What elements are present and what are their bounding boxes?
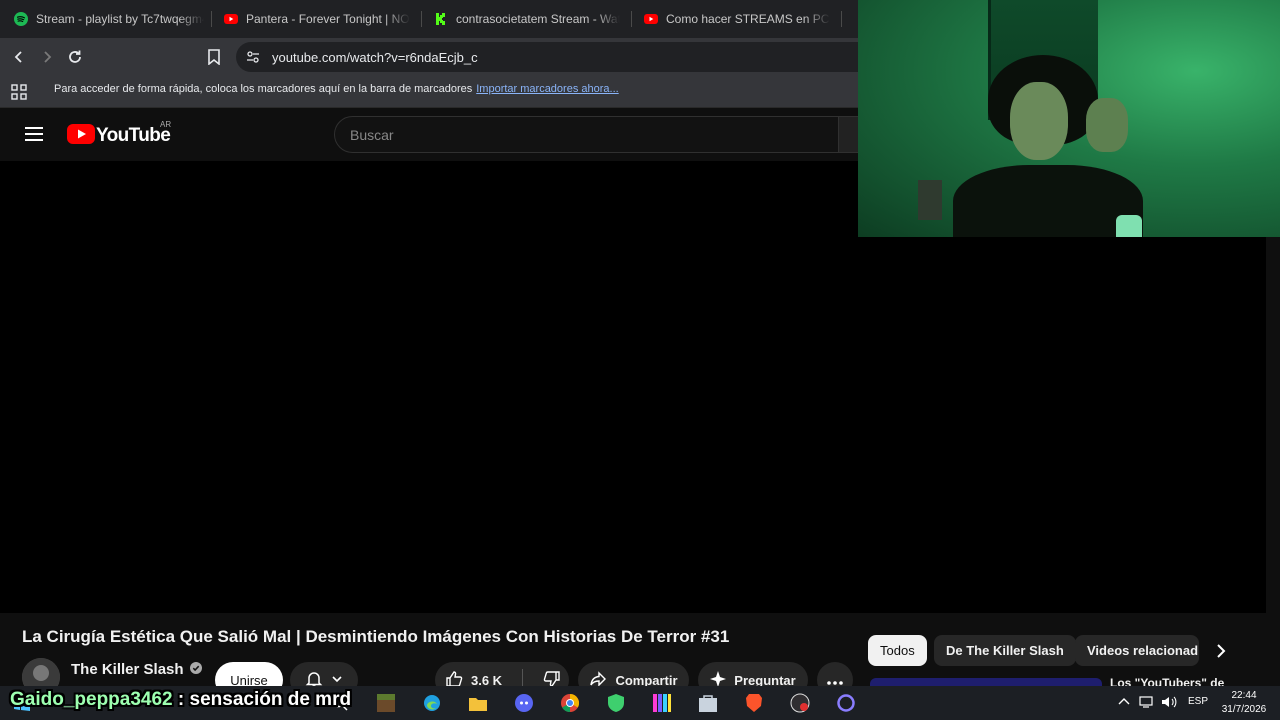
chat-overlay-message: Gaido_peppa3462 : sensación de mrd — [10, 689, 351, 711]
channel-name-row[interactable]: The Killer Slash — [71, 661, 202, 678]
youtube-logo-icon[interactable] — [67, 124, 95, 149]
arrow-left-icon — [14, 51, 22, 63]
hamburger-menu-icon[interactable] — [25, 126, 43, 147]
chrome-icon[interactable] — [560, 693, 580, 713]
spotify-icon — [14, 12, 28, 26]
tab-spotify-playlist[interactable]: Stream - playlist by Tc7twqegm4 — [14, 6, 204, 32]
system-clock[interactable]: 22:44 31/7/2026 — [1212, 689, 1276, 717]
reload-icon — [69, 50, 81, 63]
back-button[interactable] — [9, 47, 29, 67]
chip-label: Videos relacionad — [1087, 643, 1199, 658]
chat-separator: : — [172, 689, 190, 710]
bookmarks-message: Para acceder de forma rápida, coloca los… — [54, 83, 619, 95]
chip-label: De The Killer Slash — [946, 643, 1064, 658]
search-box[interactable]: Buscar — [334, 116, 840, 153]
chip-from-channel[interactable]: De The Killer Slash — [934, 635, 1076, 666]
brave-icon[interactable] — [744, 693, 764, 713]
reload-button[interactable] — [65, 47, 85, 67]
chip-label: Todos — [880, 643, 915, 658]
chip-related[interactable]: Videos relacionad — [1075, 635, 1199, 666]
file-explorer-icon[interactable] — [468, 693, 488, 713]
webcam-background-object — [918, 180, 942, 220]
tab-kick-stream[interactable]: contrasocietatem Stream - Watc — [434, 6, 620, 32]
address-bar[interactable]: youtube.com/watch?v=r6ndaEcjb_c — [236, 42, 876, 72]
youtube-icon — [644, 12, 658, 26]
webcam-bottle — [1116, 215, 1142, 237]
chat-message-text: sensación de mrd — [189, 689, 352, 710]
network-icon[interactable] — [1139, 696, 1155, 711]
bookmark-button[interactable] — [204, 47, 224, 67]
tab-separator — [631, 11, 632, 27]
chevron-right-icon — [1217, 644, 1226, 658]
tab-label: Como hacer STREAMS en PC baj — [666, 12, 830, 26]
tab-pantera[interactable]: Pantera - Forever Tonight | NO S — [224, 6, 410, 32]
search-placeholder: Buscar — [350, 127, 394, 143]
tab-separator — [841, 11, 842, 27]
chip-all[interactable]: Todos — [868, 635, 927, 666]
tab-separator — [211, 11, 212, 27]
edge-icon[interactable] — [422, 693, 442, 713]
discord-icon[interactable] — [514, 693, 534, 713]
chat-username: Gaido_peppa3462 — [10, 689, 173, 710]
obs-icon[interactable] — [790, 693, 810, 713]
streamer-face — [1010, 82, 1068, 160]
media-icon[interactable] — [652, 693, 672, 713]
channel-name: The Killer Slash — [71, 661, 184, 678]
clock-date: 31/7/2026 — [1221, 704, 1267, 715]
language-indicator[interactable]: ESP — [1188, 696, 1208, 707]
cortana-icon[interactable] — [836, 693, 856, 713]
streamer-hand — [1086, 98, 1128, 152]
tab-label: Pantera - Forever Tonight | NO S — [246, 12, 410, 26]
webcam-overlay — [858, 0, 1280, 237]
page-scrollbar[interactable] — [1266, 161, 1280, 686]
minecraft-icon[interactable] — [376, 693, 396, 713]
apps-grid-icon[interactable] — [11, 84, 27, 105]
tab-label: contrasocietatem Stream - Watc — [456, 12, 620, 26]
country-code: AR — [160, 120, 172, 129]
youtube-icon — [224, 12, 238, 26]
streamer-body — [953, 165, 1143, 237]
arrow-right-icon — [44, 51, 52, 63]
url-text: youtube.com/watch?v=r6ndaEcjb_c — [272, 50, 478, 65]
video-title: La Cirugía Estética Que Salió Mal | Desm… — [22, 627, 730, 646]
volume-icon[interactable] — [1161, 696, 1177, 711]
vpn-icon[interactable] — [606, 693, 626, 713]
site-info-icon[interactable] — [246, 50, 260, 69]
import-bookmarks-link[interactable]: Importar marcadores ahora... — [476, 83, 618, 95]
screen: Stream - playlist by Tc7twqegm4 Pantera … — [0, 0, 1280, 720]
kick-icon — [434, 12, 448, 26]
tab-separator — [421, 11, 422, 27]
tab-label: Stream - playlist by Tc7twqegm4 — [36, 12, 204, 26]
store-icon[interactable] — [698, 693, 718, 713]
tray-chevron-up-icon[interactable] — [1118, 696, 1130, 709]
forward-button[interactable] — [37, 47, 57, 67]
verified-check-icon — [189, 661, 202, 678]
clock-time: 22:44 — [1231, 690, 1257, 701]
bookmarks-hint: Para acceder de forma rápida, coloca los… — [54, 83, 473, 95]
chips-next-button[interactable] — [1208, 638, 1234, 664]
tab-como-hacer-streams[interactable]: Como hacer STREAMS en PC baj — [644, 6, 830, 32]
bookmark-icon — [208, 49, 220, 65]
